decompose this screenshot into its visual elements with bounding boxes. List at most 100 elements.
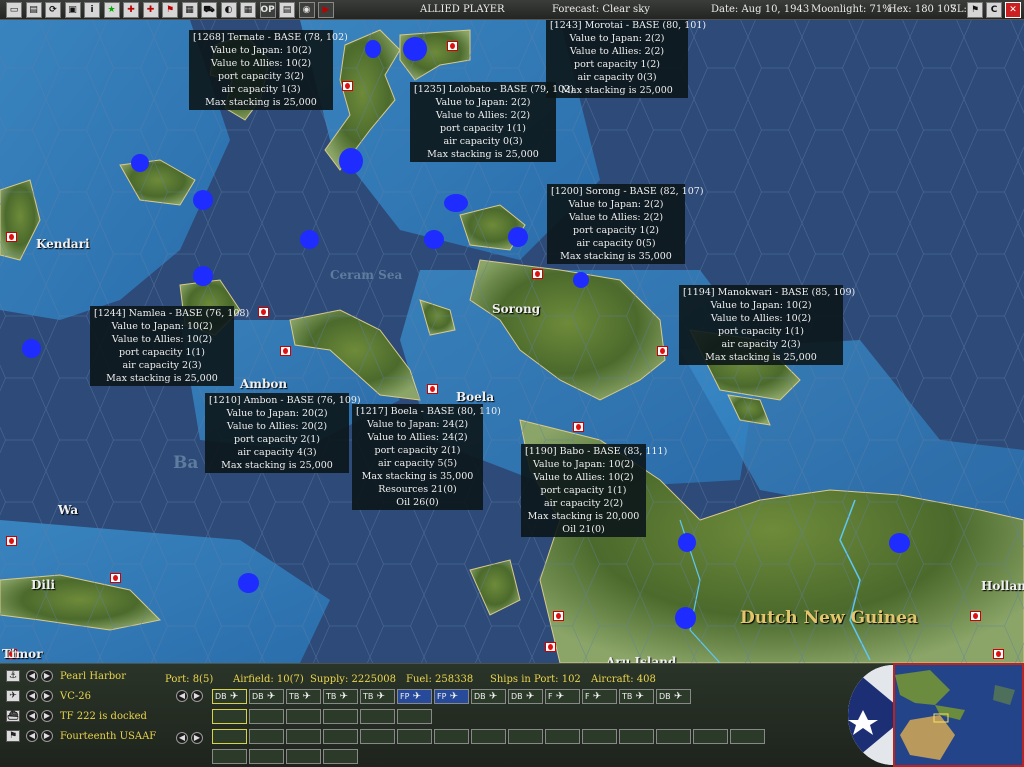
ground-unit-slot[interactable]: [619, 729, 654, 744]
log-button[interactable]: ▤: [279, 2, 295, 18]
ground-unit-slot[interactable]: [249, 729, 284, 744]
air-group-slot[interactable]: TB ✈: [360, 689, 395, 704]
base-flag-icon[interactable]: [657, 346, 668, 356]
ship-slot[interactable]: [286, 709, 321, 724]
ground-unit-slot[interactable]: [730, 729, 765, 744]
info-button[interactable]: i: [84, 2, 100, 18]
flag-button[interactable]: ⚑: [162, 2, 178, 18]
air-group-slot[interactable]: TB ✈: [286, 689, 321, 704]
ground-unit-slot[interactable]: [693, 729, 728, 744]
list-button[interactable]: ▤: [25, 2, 42, 18]
air-group-slot[interactable]: DB ✈: [212, 689, 247, 704]
ground-unit-slot[interactable]: [434, 729, 469, 744]
ground-unit-slot[interactable]: [471, 729, 506, 744]
next-button[interactable]: ▶: [41, 690, 53, 702]
unit-marker[interactable]: [424, 230, 444, 249]
air-group-slot[interactable]: F ✈: [545, 689, 580, 704]
ground-unit-slot[interactable]: [656, 729, 691, 744]
base-flag-icon[interactable]: [342, 81, 353, 91]
plane-icon[interactable]: ✈: [6, 690, 20, 702]
air-group-slot[interactable]: FP ✈: [434, 689, 469, 704]
unit-marker[interactable]: [339, 148, 363, 174]
unit-marker[interactable]: [573, 272, 589, 288]
base-flag-icon[interactable]: [280, 346, 291, 356]
misc-slot[interactable]: [286, 749, 321, 764]
row-name-label[interactable]: Pearl Harbor: [60, 671, 126, 682]
unit-marker[interactable]: [193, 190, 213, 210]
report-button[interactable]: ▣: [64, 2, 81, 18]
unit-marker[interactable]: [193, 266, 213, 286]
air-group-slot[interactable]: DB ✈: [656, 689, 691, 704]
ground-unit-slot[interactable]: [360, 729, 395, 744]
end-turn-button[interactable]: ▶: [318, 2, 334, 18]
air-group-slot[interactable]: TB ✈: [619, 689, 654, 704]
unit-marker[interactable]: [22, 339, 41, 358]
unit-marker[interactable]: [238, 573, 259, 593]
base-flag-icon[interactable]: [553, 611, 564, 621]
unit-marker[interactable]: [889, 533, 910, 553]
next-ground-unit-button[interactable]: ▶: [191, 732, 203, 744]
ship-slot[interactable]: [397, 709, 432, 724]
ground-unit-slot[interactable]: [323, 729, 358, 744]
base-flag-icon[interactable]: [993, 649, 1004, 659]
base-flag-icon[interactable]: [573, 422, 584, 432]
base-flag-icon[interactable]: [447, 41, 458, 51]
unit-marker[interactable]: [678, 533, 696, 552]
ground-unit-slot[interactable]: [397, 729, 432, 744]
circle-button[interactable]: ◉: [298, 2, 315, 18]
strategic-map[interactable]: Kendari Ceram Sea Sorong Ambon Boela Dil…: [0, 20, 1024, 663]
air-group-slot[interactable]: F ✈: [582, 689, 617, 704]
ship-slot[interactable]: [249, 709, 284, 724]
prev-button[interactable]: ◀: [26, 710, 38, 722]
refresh-button[interactable]: ⟳: [45, 2, 61, 18]
air-group-slot[interactable]: DB ✈: [508, 689, 543, 704]
ground-unit-slot[interactable]: [545, 729, 580, 744]
flag-icon[interactable]: ⚑: [6, 730, 20, 742]
star-button[interactable]: ★: [103, 2, 120, 18]
base-flag-icon[interactable]: [258, 307, 269, 317]
ground-unit-slot[interactable]: [286, 729, 321, 744]
air-group-slot[interactable]: DB ✈: [471, 689, 506, 704]
group-button[interactable]: ▦: [181, 2, 198, 18]
next-button[interactable]: ▶: [41, 670, 53, 682]
air-group-slot[interactable]: DB ✈: [249, 689, 284, 704]
prev-ground-unit-button[interactable]: ◀: [176, 732, 188, 744]
prev-button[interactable]: ◀: [26, 670, 38, 682]
base-flag-icon[interactable]: [6, 536, 17, 546]
base-flag-icon[interactable]: [532, 269, 543, 279]
base-flag-icon[interactable]: [110, 573, 121, 583]
unit-marker[interactable]: [300, 230, 319, 249]
c-button[interactable]: C: [986, 2, 1002, 18]
convoy-button[interactable]: ⛟: [201, 2, 217, 18]
air-group-slot[interactable]: TB ✈: [323, 689, 358, 704]
prev-air-unit-button[interactable]: ◀: [176, 690, 188, 702]
base-flag-icon[interactable]: [6, 232, 17, 242]
misc-slot[interactable]: [249, 749, 284, 764]
air-ops-button[interactable]: ✚: [123, 2, 139, 18]
row-name-label[interactable]: TF 222 is docked: [60, 711, 147, 722]
globe-button[interactable]: ◐: [220, 2, 237, 18]
unit-marker[interactable]: [131, 154, 149, 172]
misc-slot[interactable]: [323, 749, 358, 764]
ground-unit-slot[interactable]: [212, 729, 247, 744]
map-view-button[interactable]: ▭: [6, 2, 22, 18]
next-air-unit-button[interactable]: ▶: [191, 690, 203, 702]
naval-ops-button[interactable]: ✚: [142, 2, 159, 18]
base-flag-icon[interactable]: [970, 611, 981, 621]
anchor-icon[interactable]: ⚓: [6, 670, 20, 682]
ship-slot[interactable]: [323, 709, 358, 724]
minimap[interactable]: [893, 663, 1024, 767]
ground-unit-slot[interactable]: [582, 729, 617, 744]
row-name-label[interactable]: Fourteenth USAAF: [60, 731, 156, 742]
unit-marker[interactable]: [403, 37, 427, 61]
base-flag-icon[interactable]: [545, 642, 556, 652]
next-button[interactable]: ▶: [41, 730, 53, 742]
ground-unit-slot[interactable]: [508, 729, 543, 744]
next-button[interactable]: ▶: [41, 710, 53, 722]
unit-marker[interactable]: [675, 607, 696, 629]
close-button[interactable]: ✕: [1005, 2, 1021, 18]
unit-marker[interactable]: [365, 40, 381, 58]
op-report-button[interactable]: OP: [259, 2, 276, 18]
row-name-label[interactable]: VC-26: [60, 691, 91, 702]
prev-button[interactable]: ◀: [26, 730, 38, 742]
